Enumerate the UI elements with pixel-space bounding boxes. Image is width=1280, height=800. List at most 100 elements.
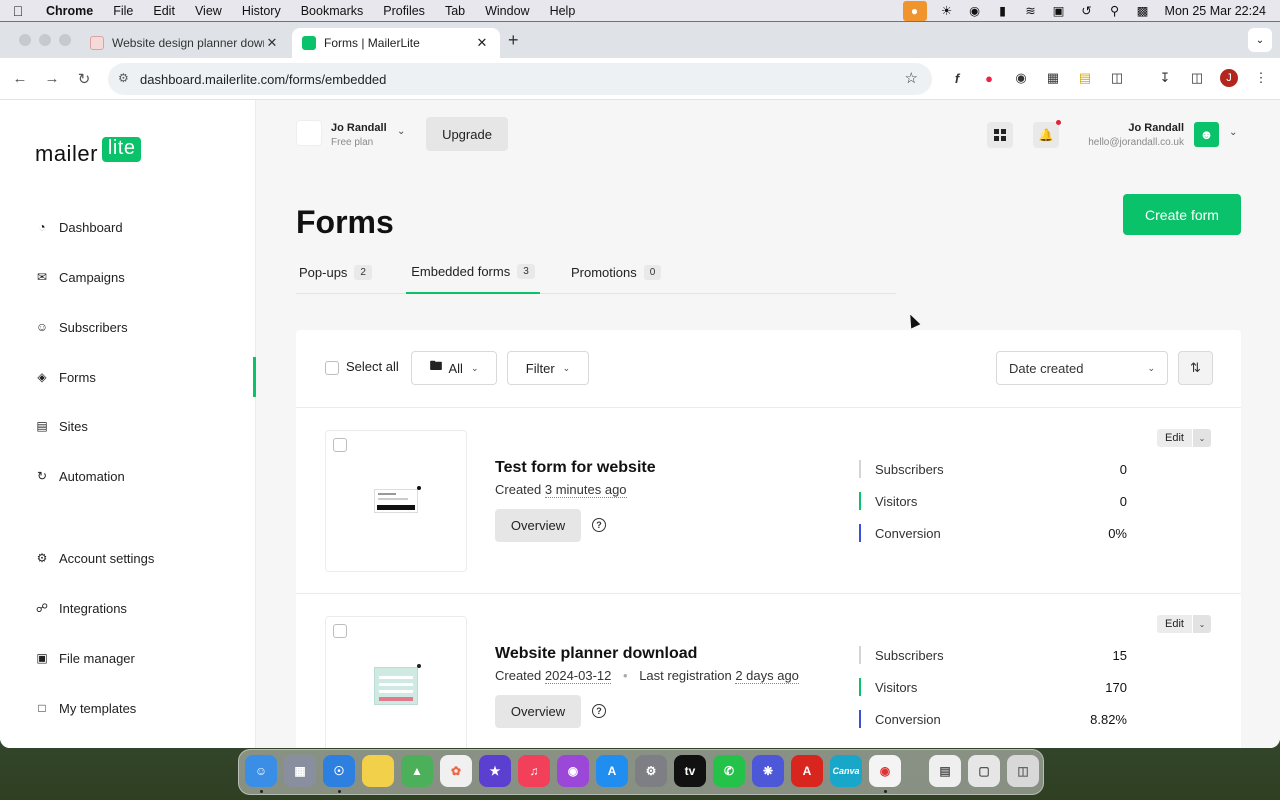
sidebar-item-forms[interactable]: ◈ Forms (35, 362, 255, 392)
finder-icon[interactable]: ☺ (245, 755, 277, 787)
app-store-icon[interactable]: A (596, 755, 628, 787)
photos-icon[interactable]: ✿ (440, 755, 472, 787)
mailerlite-logo[interactable]: mailer lite (35, 137, 142, 167)
zoom-window-button[interactable] (59, 34, 71, 46)
menu-view[interactable]: View (185, 4, 232, 18)
document-icon[interactable]: ▤ (929, 755, 961, 787)
notes-extension-icon[interactable]: ▤ (1074, 67, 1096, 89)
forward-arrow-icon[interactable]: → (36, 70, 68, 87)
form-thumbnail[interactable] (325, 616, 467, 748)
screenshot-folder-icon[interactable]: ▢ (968, 755, 1000, 787)
menu-tab[interactable]: Tab (435, 4, 475, 18)
browser-menu-icon[interactable]: ⋮ (1250, 67, 1272, 89)
battery-icon[interactable]: ▮ (989, 0, 1017, 21)
chevron-down-icon[interactable]: ⌄ (1192, 429, 1211, 447)
form-checkbox[interactable] (333, 624, 347, 638)
url-text[interactable]: dashboard.mailerlite.com/forms/embedded (140, 72, 386, 87)
select-all-checkbox[interactable] (325, 361, 339, 375)
edit-split-button[interactable]: Edit ⌄ (1157, 615, 1211, 633)
sidebar-item-automation[interactable]: ↻ Automation (35, 461, 255, 491)
menu-app-name[interactable]: Chrome (36, 4, 103, 18)
sidebar-item-integrations[interactable]: ☍ Integrations (35, 593, 255, 623)
asterisk-app-icon[interactable]: ❋ (752, 755, 784, 787)
close-tab-icon[interactable]: ✕ (264, 35, 280, 51)
download-icon[interactable]: ↧ (1154, 67, 1176, 89)
canva-icon[interactable]: Canva (830, 755, 862, 787)
browser-tab-planner[interactable]: Website design planner down ✕ (80, 28, 290, 58)
microphone-icon[interactable]: ● (902, 0, 927, 21)
account-logo[interactable] (296, 120, 322, 146)
new-tab-icon[interactable]: + (508, 30, 519, 51)
help-icon[interactable]: ? (592, 518, 606, 532)
spotlight-search-icon[interactable]: ⚲ (1101, 0, 1129, 21)
camera-extension-icon[interactable]: ◉ (1010, 67, 1032, 89)
notes-icon[interactable] (362, 755, 394, 787)
form-checkbox[interactable] (333, 438, 347, 452)
profile-avatar[interactable]: J (1220, 69, 1238, 87)
overview-button[interactable]: Overview (495, 695, 581, 728)
imovie-icon[interactable]: ★ (479, 755, 511, 787)
menu-history[interactable]: History (232, 4, 291, 18)
podcasts-icon[interactable]: ◉ (557, 755, 589, 787)
help-icon[interactable]: ? (592, 704, 606, 718)
sort-direction-icon[interactable]: ⇅ (1178, 351, 1213, 385)
user-avatar[interactable]: ☻ (1194, 122, 1219, 147)
back-arrow-icon[interactable]: ← (4, 70, 36, 87)
close-window-button[interactable] (19, 34, 31, 46)
apple-tv-icon[interactable]: tv (674, 755, 706, 787)
safari-icon[interactable]: ☉ (323, 755, 355, 787)
sidebar-item-my-templates[interactable]: □ My templates (35, 693, 255, 723)
menu-edit[interactable]: Edit (143, 4, 185, 18)
sidebar-item-campaigns[interactable]: ✉ Campaigns (35, 262, 255, 292)
menu-window[interactable]: Window (475, 4, 539, 18)
apps-grid-icon[interactable] (987, 122, 1013, 148)
launchpad-icon[interactable]: ▦ (284, 755, 316, 787)
maps-icon[interactable]: ▲ (401, 755, 433, 787)
music-icon[interactable]: ♫ (518, 755, 550, 787)
sort-select[interactable]: Date created ⌄ (996, 351, 1168, 385)
chrome-icon[interactable]: ◉ (869, 755, 901, 787)
edit-button[interactable]: Edit (1157, 615, 1192, 633)
user-menu-chevron-down-icon[interactable]: ⌄ (1229, 127, 1237, 138)
edit-split-button[interactable]: Edit ⌄ (1157, 429, 1211, 447)
tab-pop-ups[interactable]: Pop-ups 2 (299, 250, 379, 294)
browser-tab-mailerlite[interactable]: Forms | MailerLite ✕ (292, 28, 500, 58)
menu-profiles[interactable]: Profiles (373, 4, 435, 18)
wifi-icon[interactable]: ≋ (1017, 0, 1045, 21)
time-machine-icon[interactable]: ↺ (1073, 0, 1101, 21)
site-info-icon[interactable]: ⚙ (118, 71, 129, 85)
sidebar-item-dashboard[interactable]: ◔ Dashboard (35, 212, 255, 242)
close-tab-icon[interactable]: ✕ (474, 35, 490, 51)
whatsapp-icon[interactable]: ✆ (713, 755, 745, 787)
edit-button[interactable]: Edit (1157, 429, 1192, 447)
tab-embedded-forms[interactable]: Embedded forms 3 (406, 250, 540, 294)
app-status-icon[interactable]: ◉ (961, 0, 989, 21)
form-title[interactable]: Website planner download (495, 645, 697, 663)
reload-icon[interactable]: ↻ (68, 70, 100, 88)
extensions-puzzle-icon[interactable]: ◫ (1106, 67, 1128, 89)
acrobat-icon[interactable]: A (791, 755, 823, 787)
folder-dropdown[interactable]: 🖿 All ⌄ (411, 351, 497, 385)
sidebar-item-file-manager[interactable]: ▣ File manager (35, 643, 255, 673)
select-all-label[interactable]: Select all (346, 359, 399, 374)
menu-bookmarks[interactable]: Bookmarks (291, 4, 374, 18)
overview-button[interactable]: Overview (495, 509, 581, 542)
tab-search-chevron-icon[interactable]: ⌄ (1248, 28, 1272, 52)
menu-help[interactable]: Help (540, 4, 586, 18)
filter-dropdown[interactable]: Filter ⌄ (507, 351, 589, 385)
minimize-window-button[interactable] (39, 34, 51, 46)
apple-menu-icon[interactable]:  (0, 3, 36, 19)
font-extension-icon[interactable]: f (946, 67, 968, 89)
form-thumbnail[interactable] (325, 430, 467, 572)
bookmark-star-icon[interactable]: ☆ (905, 69, 918, 87)
account-chevron-down-icon[interactable]: ⌄ (397, 126, 405, 137)
color-extension-icon[interactable]: ● (978, 67, 1000, 89)
control-center-icon[interactable]: ▩ (1129, 0, 1157, 21)
grid-extension-icon[interactable]: ▦ (1042, 67, 1064, 89)
brightness-icon[interactable]: ☀ (933, 0, 961, 21)
screen-icon[interactable]: ▣ (1045, 0, 1073, 21)
create-form-button[interactable]: Create form (1123, 194, 1241, 235)
tab-promotions[interactable]: Promotions 0 (571, 250, 671, 294)
system-settings-icon[interactable]: ⚙ (635, 755, 667, 787)
menu-file[interactable]: File (103, 4, 143, 18)
